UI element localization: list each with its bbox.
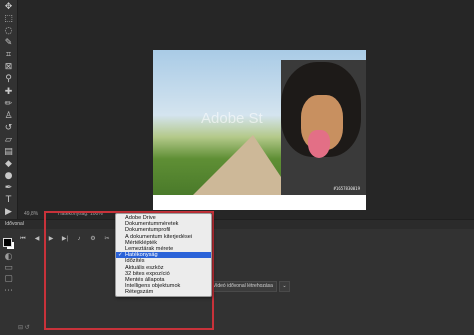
eyedropper-icon[interactable]: ⚲ — [2, 73, 15, 85]
zoom-level[interactable]: 49,8% — [24, 210, 38, 219]
clone-stamp-icon[interactable]: ♙ — [2, 110, 15, 122]
menu-item-label: Hatékonyság — [125, 252, 158, 259]
gradient-icon[interactable]: ▤ — [2, 146, 15, 158]
frame-icon[interactable]: ⊠ — [2, 61, 15, 73]
blur-icon[interactable]: ◆ — [2, 158, 15, 170]
dog-photo: Adobe St #1657830019 — [153, 50, 366, 195]
prev-frame-icon[interactable]: ◀ — [32, 234, 42, 244]
menu-item-label: Lemeztárak mérete — [125, 246, 174, 252]
eraser-icon[interactable]: ▱ — [2, 134, 15, 146]
timeline-bottom-controls[interactable]: ⊟ ↺ — [18, 324, 30, 331]
brush-icon[interactable]: ✏ — [2, 98, 15, 110]
stock-watermark: Adobe St — [201, 110, 263, 127]
crop-icon[interactable]: ⌗ — [2, 49, 15, 61]
menu-item-label: Dokumentumméretek — [125, 221, 179, 228]
menu-item-label: Időzítés — [125, 258, 145, 265]
move-icon[interactable]: ✥ — [2, 1, 15, 13]
first-frame-icon[interactable]: ⏮ — [18, 234, 28, 244]
path-select-icon[interactable]: ▶ — [2, 206, 15, 218]
menu-item-label: Adobe Drive — [125, 215, 156, 221]
create-video-timeline-button[interactable]: Videó idővonal létrehozása — [209, 281, 277, 292]
dodge-icon[interactable]: ● — [2, 170, 15, 182]
menu-item-label: Dokumentumprofil — [125, 227, 171, 234]
type-icon[interactable]: T — [2, 194, 15, 206]
history-brush-icon[interactable]: ↺ — [2, 122, 15, 134]
menu-item-label: Mentés állapota — [125, 277, 165, 283]
timeline-title[interactable]: Idővonal — [5, 221, 24, 227]
marquee-icon[interactable]: ⬚ — [2, 13, 15, 25]
menu-item[interactable]: Rétegszám — [116, 289, 211, 295]
document-canvas[interactable]: Adobe St #1657830019 — [153, 50, 366, 212]
canvas-area[interactable]: Adobe St #1657830019 — [18, 0, 474, 212]
status-info-menu: Adobe Drive Dokumentumméretek Dokumentumpr… — [115, 213, 212, 297]
artboard-icon[interactable]: ▢ — [2, 273, 15, 285]
menu-item-label: Rétegszám — [125, 289, 154, 296]
road — [193, 135, 293, 195]
dog-tongue — [308, 130, 330, 158]
menu-item-label: Aktuális eszköz — [125, 264, 164, 271]
edit-toolbar-icon[interactable]: ⋯ — [2, 285, 15, 297]
foreground-color-swatch[interactable] — [3, 238, 12, 247]
menu-item-label: A dokumentum kiterjedései — [125, 233, 193, 240]
quick-select-icon[interactable]: ✎ — [2, 37, 15, 49]
stock-id: #1657830019 — [333, 186, 361, 191]
pen-icon[interactable]: ✒ — [2, 182, 15, 194]
healing-brush-icon[interactable]: ✚ — [2, 86, 15, 98]
menu-item-label: Mértéklépték — [125, 239, 158, 246]
lasso-icon[interactable]: ◌ — [2, 25, 15, 37]
create-options-dropdown-icon[interactable]: ⌄ — [279, 281, 290, 292]
menu-item-label: 32 bites expozíció — [125, 270, 170, 277]
menu-item-label: Intelligens objektumok — [125, 283, 181, 290]
